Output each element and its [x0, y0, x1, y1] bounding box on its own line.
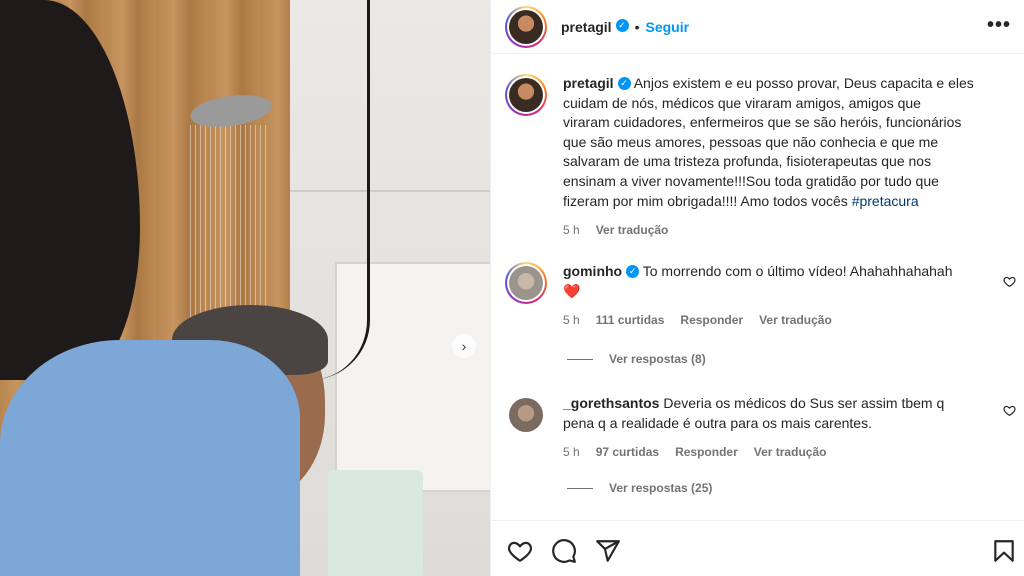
likes-count[interactable]: 97 curtidas — [596, 443, 659, 463]
reply-button[interactable]: Responder — [675, 443, 738, 463]
view-replies-button[interactable]: Ver respostas (25) — [567, 481, 712, 495]
header-username[interactable]: pretagil — [561, 19, 612, 35]
verified-badge-icon: ✓ — [626, 264, 640, 278]
comment-text: gominho ✓ To morrendo com o último vídeo!… — [563, 263, 953, 299]
post-image: › — [0, 0, 490, 576]
verified-badge-icon: ✓ — [617, 76, 631, 90]
caption-text: pretagil ✓ Anjos existem e eu posso prova… — [563, 75, 974, 209]
comment-avatar[interactable] — [505, 262, 547, 304]
timestamp: 5 h — [563, 223, 580, 238]
heart-emoji: ❤️ — [563, 282, 581, 299]
translate-button[interactable]: Ver tradução — [754, 443, 827, 463]
timestamp: 5 h — [563, 313, 580, 328]
likes-count[interactable]: 111 curtidas — [596, 311, 665, 331]
translate-button[interactable]: Ver tradução — [596, 221, 669, 241]
caption: pretagil ✓ Anjos existem e eu posso prova… — [505, 74, 1023, 241]
translate-button[interactable]: Ver tradução — [759, 311, 832, 331]
comment-item: _gorethsantos Deveria os médicos do Sus … — [505, 394, 983, 463]
reply-button[interactable]: Responder — [680, 311, 743, 331]
caregiver-arm — [0, 340, 300, 576]
comment-like-heart-icon[interactable] — [1003, 404, 1016, 417]
caption-meta: 5 h Ver tradução — [563, 221, 1023, 241]
caregiver-hair — [0, 0, 140, 380]
post-panel: pretagil ✓ • Seguir ••• pretagil ✓ Anjos … — [490, 0, 1024, 576]
caregiver — [0, 0, 300, 576]
heart-icon[interactable] — [507, 538, 533, 564]
hashtag-link[interactable]: #pretacura — [852, 193, 919, 209]
container — [328, 470, 423, 576]
comment-text: _gorethsantos Deveria os médicos do Sus … — [563, 395, 945, 431]
follow-button[interactable]: Seguir — [645, 19, 689, 35]
avatar[interactable] — [505, 5, 547, 48]
caption-avatar[interactable] — [505, 74, 547, 116]
more-horizontal-icon[interactable]: ••• — [987, 14, 1011, 37]
comment-icon[interactable] — [551, 538, 577, 564]
comment-like-heart-icon[interactable] — [1003, 275, 1016, 288]
shower-water — [190, 125, 270, 325]
chevron-right-icon[interactable]: › — [452, 334, 476, 358]
comment-avatar[interactable] — [505, 394, 547, 436]
verified-badge-icon: ✓ — [615, 19, 629, 32]
comment-username[interactable]: _gorethsantos — [563, 395, 659, 411]
bookmark-icon[interactable] — [991, 538, 1017, 564]
share-icon[interactable] — [595, 538, 621, 564]
comment-meta: 5 h 111 curtidas Responder Ver tradução — [563, 311, 983, 331]
timestamp: 5 h — [563, 445, 580, 460]
view-replies-button[interactable]: Ver respostas (8) — [567, 352, 706, 366]
comment-username[interactable]: gominho — [563, 263, 622, 279]
caption-username[interactable]: pretagil — [563, 75, 614, 91]
separator: • — [634, 18, 640, 35]
action-bar — [491, 520, 1024, 576]
avatar-image — [509, 9, 543, 44]
post-header: pretagil ✓ • Seguir ••• — [491, 0, 1024, 54]
comment-meta: 5 h 97 curtidas Responder Ver tradução — [563, 443, 983, 463]
comment-item: gominho ✓ To morrendo com o último vídeo!… — [505, 262, 983, 331]
